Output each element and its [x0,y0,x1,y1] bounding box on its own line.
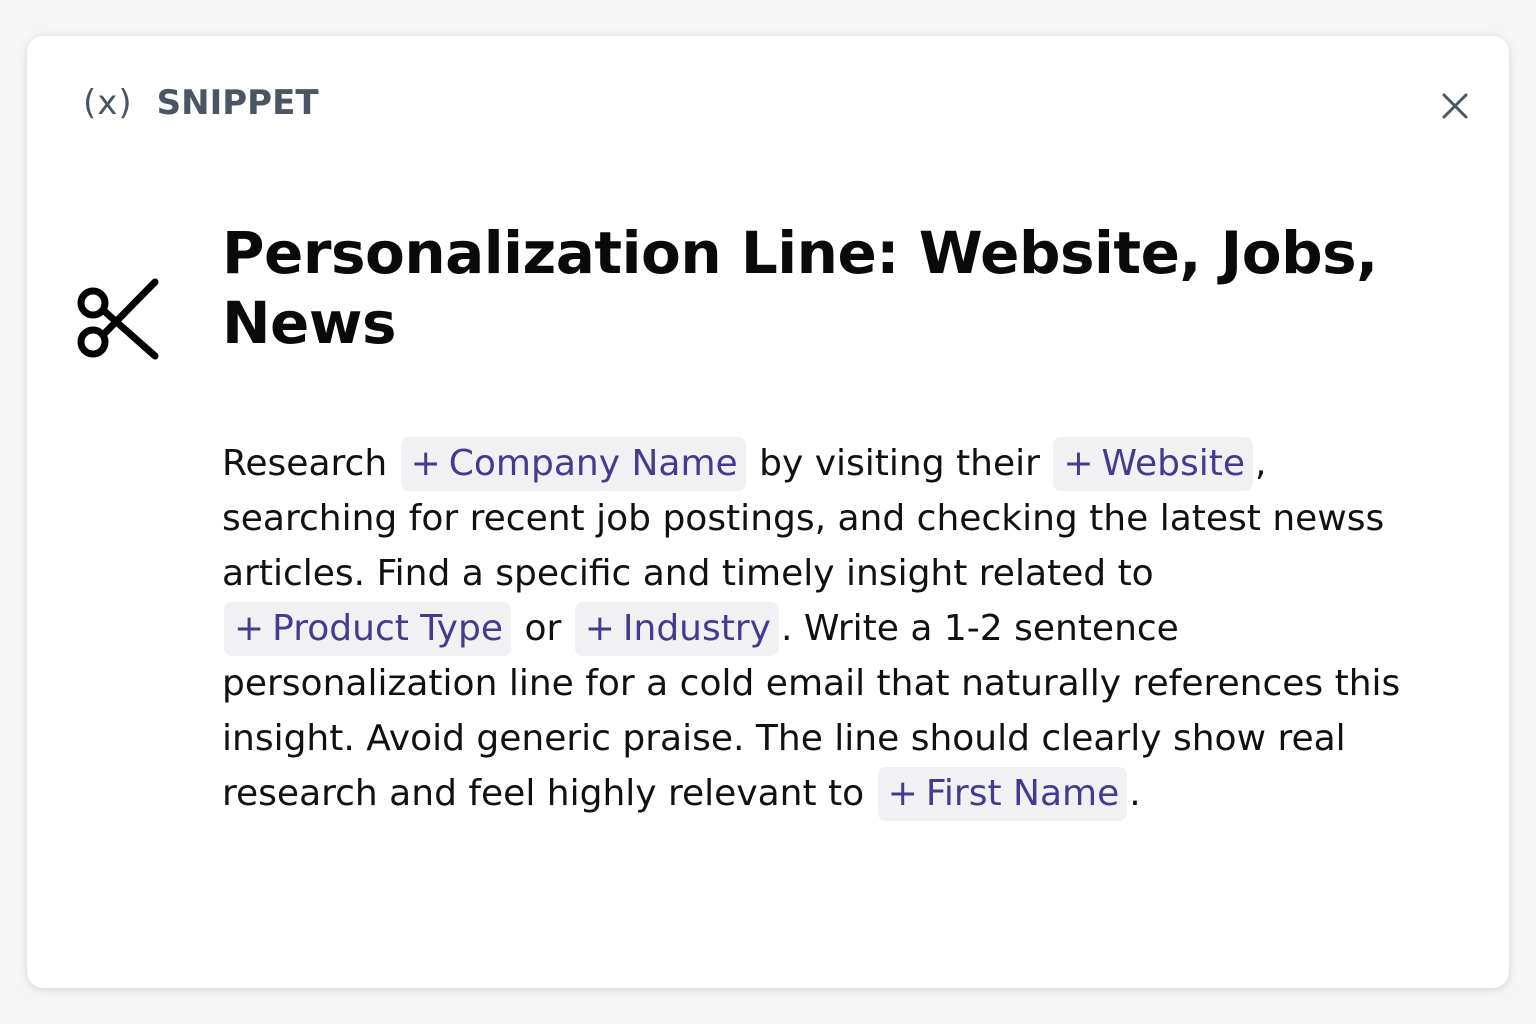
snippet-body: Research + Company Name by visiting their… [222,436,1442,821]
plus-icon: + [1063,443,1094,484]
close-button[interactable] [1435,86,1475,126]
body-text-segment: by visiting their [747,443,1052,484]
plus-icon: + [410,443,441,484]
body-text-segment: . [1129,773,1141,814]
token-label: Company Name [448,443,738,484]
plus-icon: + [234,608,265,649]
token-label: Product Type [272,608,503,649]
variable-token-product-type[interactable]: + Product Type [224,602,511,656]
snippet-label: SNIPPET [156,83,319,123]
modal-header: (x) SNIPPET [83,80,319,126]
body-text-segment: Research [222,443,399,484]
plus-icon: + [887,773,918,814]
body-text-segment: or [513,608,573,649]
snippet-modal: (x) SNIPPET Personalization Line: Websit… [27,36,1509,988]
snippet-title: Personalization Line: Website, Jobs, New… [222,219,1378,357]
plus-icon: + [584,608,615,649]
variable-token-first-name[interactable]: + First Name [877,767,1128,821]
token-label: Website [1101,443,1246,484]
scissors-icon [77,278,159,360]
variable-token-website[interactable]: + Website [1053,437,1254,491]
variable-icon: (x) [83,83,133,123]
close-icon [1442,93,1468,119]
token-label: First Name [925,773,1120,814]
token-label: Industry [622,608,771,649]
variable-token-industry[interactable]: + Industry [574,602,779,656]
variable-token-company-name[interactable]: + Company Name [400,437,746,491]
